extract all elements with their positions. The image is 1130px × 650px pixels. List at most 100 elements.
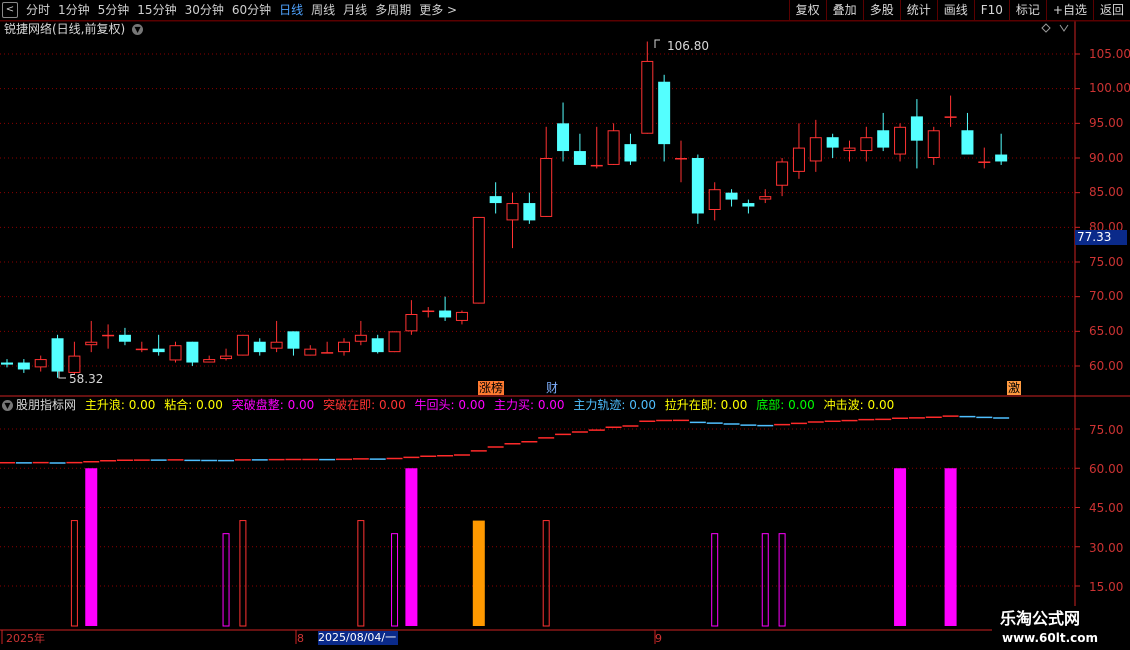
signal-bar: [357, 520, 365, 627]
candle-body: [455, 311, 468, 321]
high-pointer: [654, 39, 660, 48]
candle-body: [843, 147, 856, 152]
candle-body: [809, 137, 822, 162]
y-tick: 90.00: [1089, 151, 1124, 165]
y-tick: 100.00: [1089, 81, 1130, 95]
date-label: 2025年: [6, 632, 45, 645]
candle-body: [624, 144, 637, 162]
candle-body: [422, 310, 435, 313]
signal-bar: [761, 533, 769, 627]
signal-bar: [944, 468, 957, 626]
signal-bar: [85, 468, 98, 626]
candle-body: [540, 158, 553, 217]
candle-body: [118, 334, 131, 342]
y-tick: 15.00: [1089, 580, 1124, 594]
candle-body: [894, 126, 907, 155]
field-main-buy: 主力买: 0.00: [493, 398, 565, 412]
signal-bar: [711, 533, 719, 627]
candle-body: [439, 310, 452, 318]
candle-body: [590, 164, 603, 167]
candle-body: [910, 116, 923, 141]
candle-body: [708, 189, 721, 210]
candle-body: [321, 352, 334, 354]
candle-body: [17, 362, 30, 370]
candle-body: [186, 341, 199, 363]
candle-body: [388, 331, 401, 353]
candle-body: [489, 196, 502, 204]
diamond-icon: [1041, 23, 1051, 33]
candle-body: [641, 60, 654, 134]
event-tag-finance[interactable]: 财: [546, 381, 558, 395]
y-tick: 75.00: [1089, 423, 1124, 437]
candle-body: [725, 192, 738, 200]
candle-body: [51, 338, 64, 372]
field-main-wave: 主升浪: 0.00: [84, 398, 156, 412]
candle-body: [304, 348, 317, 356]
chevron-down-icon[interactable]: ▼: [2, 400, 13, 411]
y-tick: 105.00: [1089, 47, 1130, 61]
high-price-label: 106.80: [667, 39, 709, 53]
y-tick: 30.00: [1089, 541, 1124, 555]
candle-body: [675, 158, 687, 160]
field-breakout-soon: 突破在即: 0.00: [323, 398, 406, 412]
y-tick: 45.00: [1089, 501, 1124, 515]
candle-body: [557, 123, 570, 152]
signal-bar: [542, 520, 550, 627]
indicator-name: 股朋指标网: [16, 398, 77, 412]
candle-body: [354, 334, 367, 342]
candle-body: [34, 359, 47, 368]
chart-title: 锐捷网络(日线,前复权) ▼: [4, 21, 144, 37]
candle-body: [658, 81, 671, 145]
candle-body: [68, 355, 81, 373]
candle-body: [759, 196, 772, 200]
field-main-track: 主力轨迹: 0.00: [573, 398, 656, 412]
candle-body: [573, 151, 586, 165]
y-tick: 65.00: [1089, 324, 1124, 338]
signal-bar: [778, 533, 786, 627]
field-stick: 粘合: 0.00: [164, 398, 223, 412]
y-tick: 95.00: [1089, 116, 1124, 130]
candle-body: [472, 216, 485, 304]
event-tag-surge[interactable]: 激: [1007, 381, 1022, 395]
field-shockwave: 冲击波: 0.00: [823, 398, 895, 412]
candle-body: [961, 130, 974, 155]
signal-bar: [70, 520, 78, 627]
date-label: 8: [297, 632, 304, 645]
signal-bar: [222, 533, 230, 627]
field-pullback: 牛回头: 0.00: [414, 398, 486, 412]
candle-body: [338, 341, 350, 353]
candle-body: [877, 130, 890, 148]
candle-body: [135, 348, 148, 351]
indicator-legend: ▼ 股朋指标网 主升浪: 0.00 粘合: 0.00 突破盘整: 0.00 突破在…: [2, 397, 899, 413]
candle-body: [371, 338, 384, 353]
candle-body: [287, 331, 300, 349]
candle-body: [1, 362, 13, 365]
signal-bar: [472, 520, 485, 626]
candle-body: [203, 359, 216, 363]
y-tick: 85.00: [1089, 185, 1124, 199]
signal-bar: [405, 468, 418, 626]
kline-chart[interactable]: [0, 0, 1130, 650]
chevron-down-icon[interactable]: ▼: [132, 24, 144, 35]
low-pointer: [58, 371, 66, 379]
candle-body: [978, 161, 991, 163]
candle-body: [944, 116, 957, 118]
candle-body: [523, 203, 536, 221]
candle-body: [826, 137, 839, 148]
candle-body: [506, 203, 519, 221]
event-tag-limit-up[interactable]: 涨榜: [478, 381, 505, 395]
candle-body: [220, 355, 233, 360]
candle-body: [860, 137, 873, 152]
candle-body: [152, 348, 165, 353]
y-tick: 75.00: [1089, 255, 1124, 269]
signal-bar: [894, 468, 907, 626]
field-bottom: 底部: 0.00: [756, 398, 815, 412]
watermark-url: www.60lt.com: [1002, 631, 1099, 645]
candle-body: [607, 130, 620, 165]
candle-body: [85, 341, 98, 346]
candle-body: [995, 154, 1008, 162]
field-breakout-range: 突破盘整: 0.00: [231, 398, 315, 412]
candle-body: [927, 130, 940, 158]
signal-bar: [391, 533, 399, 627]
candle-body: [236, 334, 249, 356]
